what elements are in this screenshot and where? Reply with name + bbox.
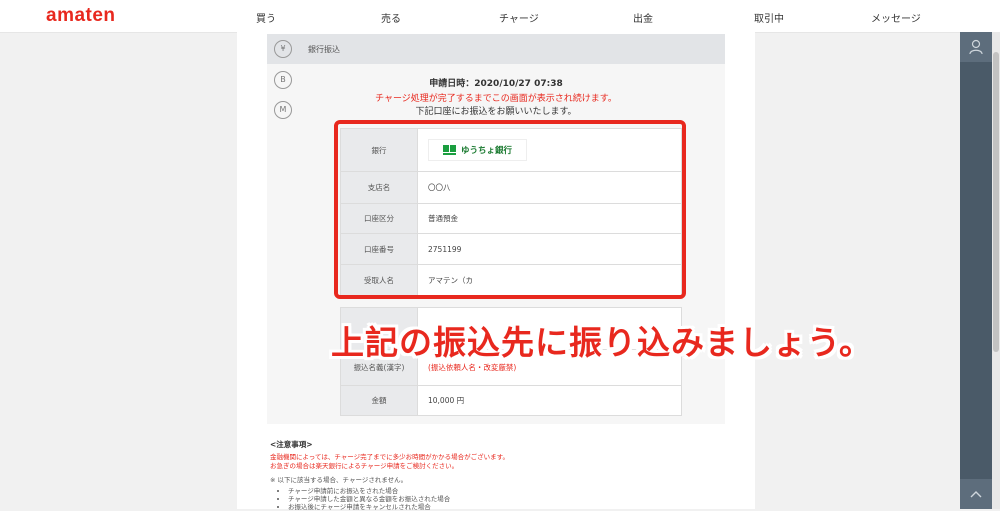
amount-label: 金額 (340, 385, 418, 416)
nav-messages[interactable]: メッセージ (871, 10, 921, 25)
list-item: チャージ申請前にお振込をされた場合 (288, 487, 450, 495)
nav-in-progress[interactable]: 取引中 (754, 10, 784, 25)
request-datetime: 申請日時：2020/10/27 07:38 (429, 79, 563, 89)
amaten-logo[interactable]: amaten (46, 5, 116, 27)
amount-value: 10,000 円 (417, 385, 682, 416)
page-scrollbar[interactable] (992, 32, 1000, 509)
user-icon (969, 39, 983, 55)
list-item: チャージ申請した金額と異なる金額をお振込された場合 (288, 495, 450, 503)
notes-warning-line: お急ぎの場合は楽天銀行によるチャージ申請をご検討ください。 (270, 462, 459, 470)
nav-withdraw[interactable]: 出金 (633, 10, 653, 25)
notes-title: <注意事項> (270, 440, 313, 449)
notes-warning: 金融機関によっては、チャージ完了までに多少お時間がかかる場合がございます。 お急… (270, 453, 509, 471)
right-side-panel (960, 32, 992, 509)
transfer-instruction: 下記口座にお振込をお願いいたします。 (415, 107, 577, 117)
top-navigation-bar: amaten 買う 売る チャージ 出金 取引中 メッセージ (0, 0, 1000, 33)
nav-sell[interactable]: 売る (381, 10, 401, 25)
yen-icon[interactable]: ¥ (274, 40, 292, 58)
annotation-caption: 上記の振込先に振り込みましょう。 (331, 323, 874, 362)
user-menu-button[interactable] (960, 32, 992, 62)
table-row: 金額 10,000 円 (340, 385, 682, 416)
notes-warning-line: 金融機関によっては、チャージ完了までに多少お時間がかかる場合がございます。 (270, 453, 510, 461)
nav-buy[interactable]: 買う (256, 10, 276, 25)
scrollbar-thumb[interactable] (993, 52, 999, 352)
section-header: 銀行振込 (267, 34, 725, 64)
scroll-top-button[interactable] (960, 479, 992, 509)
processing-notice: チャージ処理が完了するまでこの画面が表示され続けます。 (375, 94, 617, 104)
chevron-up-icon (970, 491, 982, 498)
nav-charge[interactable]: チャージ (499, 10, 539, 25)
section-title: 銀行振込 (308, 45, 340, 54)
list-item: お振込後にチャージ申請をキャンセルされた場合 (288, 503, 450, 511)
notes-list: チャージ申請前にお振込をされた場合 チャージ申請した金額と異なる金額をお振込され… (278, 487, 450, 511)
highlight-frame (334, 120, 686, 299)
notes-condition: ※ 以下に該当する場合、チャージされません。 (270, 476, 408, 484)
